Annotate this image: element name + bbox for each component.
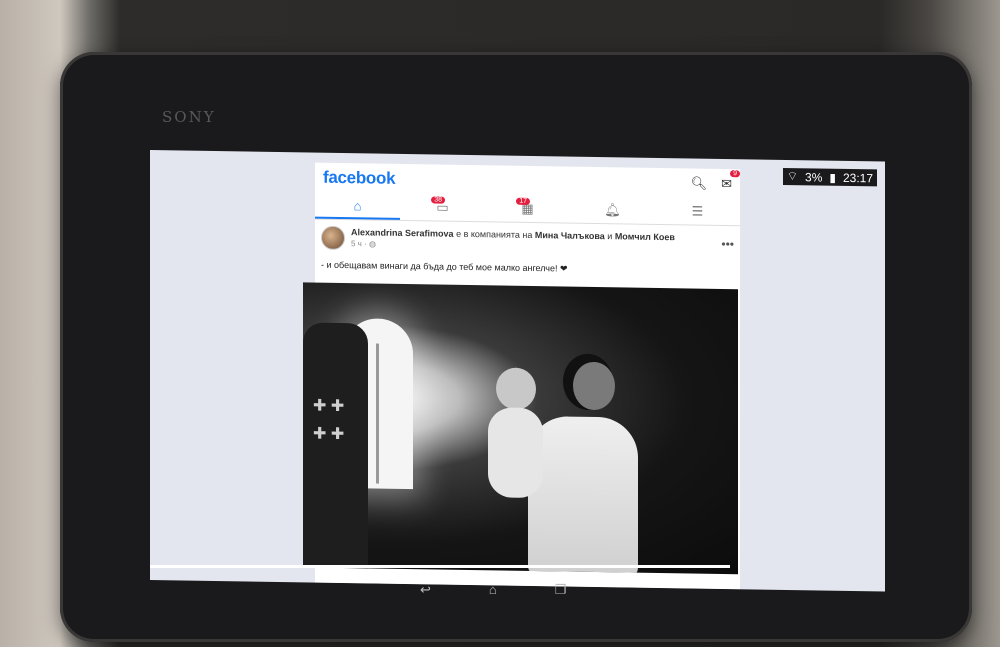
- battery-percent: 3%: [805, 169, 823, 185]
- home-button-icon[interactable]: ⌂: [489, 582, 497, 598]
- device-brand: SONY: [162, 108, 216, 126]
- globe-icon: ◍: [368, 239, 376, 249]
- recents-icon[interactable]: ❐: [555, 582, 567, 598]
- marketplace-icon[interactable]: ▦ 17: [485, 195, 570, 222]
- and-text: и: [607, 231, 613, 242]
- facebook-logo[interactable]: facebook: [323, 168, 395, 189]
- video-badge: 38: [431, 196, 445, 204]
- post-photo[interactable]: [303, 282, 738, 575]
- tablet-screen: ⌔ 3% ▮ 23:17 facebook 🔍︎ ✉ 9 ⌂ ▭ 38 ▦ 17…: [150, 150, 885, 592]
- more-options-icon[interactable]: •••: [721, 237, 734, 251]
- marketplace-badge: 17: [516, 197, 530, 205]
- facebook-app: facebook 🔍︎ ✉ 9 ⌂ ▭ 38 ▦ 17 🔔︎ ☰ Alexand…: [303, 162, 740, 590]
- post-caption: - и обещавам винаги да бъда до теб мое м…: [321, 259, 568, 274]
- battery-icon: ▮: [829, 170, 836, 185]
- with-text: е в компанията на: [456, 228, 533, 241]
- video-icon[interactable]: ▭ 38: [400, 194, 485, 221]
- android-nav-bar: ↩ ⌂ ❐: [420, 582, 566, 598]
- bell-icon[interactable]: 🔔︎: [570, 197, 655, 224]
- messenger-icon[interactable]: ✉ 9: [721, 170, 740, 192]
- post-time: 5 ч ·: [351, 239, 367, 249]
- status-bar: ⌔ 3% ▮ 23:17: [782, 167, 877, 187]
- screen-edge: [150, 565, 730, 568]
- baby-figure: [488, 367, 548, 508]
- priest-figure: [303, 322, 368, 569]
- tagged-user-2[interactable]: Момчил Коев: [615, 231, 675, 242]
- search-icon[interactable]: 🔍︎: [691, 175, 708, 191]
- messenger-badge: 9: [730, 170, 740, 178]
- wifi-icon: ⌔: [786, 169, 799, 184]
- tagged-user-1[interactable]: Мина Чалъкова: [535, 230, 605, 241]
- menu-icon[interactable]: ☰: [655, 198, 740, 225]
- home-icon[interactable]: ⌂: [315, 192, 400, 220]
- post-author[interactable]: Alexandrina Serafimova: [351, 227, 454, 239]
- clock: 23:17: [842, 170, 873, 185]
- back-icon[interactable]: ↩: [420, 582, 431, 598]
- avatar[interactable]: [321, 225, 345, 251]
